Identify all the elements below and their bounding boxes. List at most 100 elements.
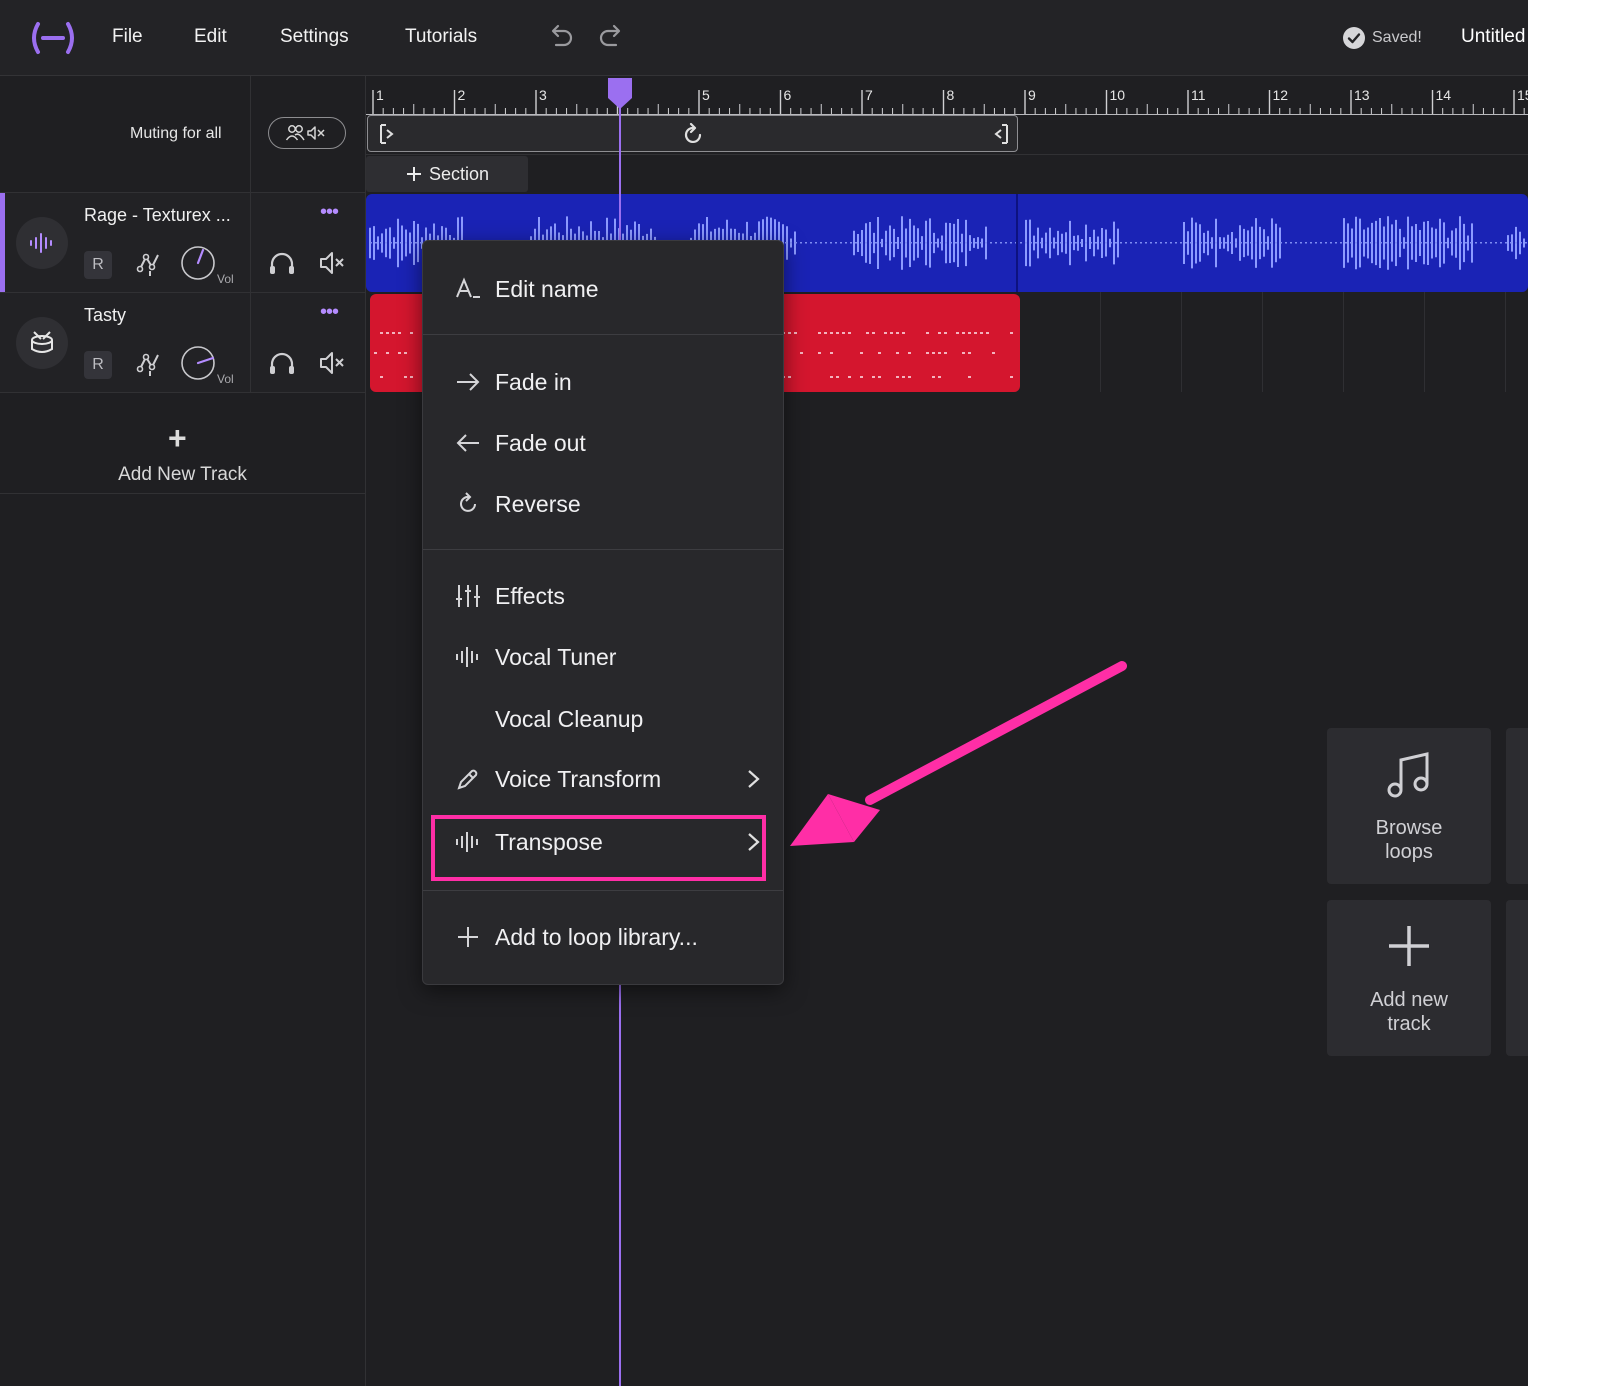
menu-item-voice-transform[interactable]: Voice Transform: [423, 754, 783, 804]
timeline-ruler[interactable]: 12356789101112131415: [366, 76, 1528, 115]
add-new-track-button[interactable]: + Add New Track: [0, 394, 365, 494]
mute-speaker-icon[interactable]: [318, 249, 346, 277]
midi-note: [800, 352, 803, 354]
waveform-dot: [1170, 242, 1172, 244]
waveform-dot: [820, 242, 822, 244]
waveform-dot: [1095, 242, 1097, 244]
waveform-dot: [885, 242, 887, 244]
waveform-dot: [1120, 242, 1122, 244]
track-name[interactable]: Rage - Texturex ...: [84, 205, 231, 226]
loop-bar[interactable]: [366, 114, 1528, 155]
waveform-dot: [1060, 242, 1062, 244]
loop-region[interactable]: [367, 115, 1018, 152]
volume-knob[interactable]: [180, 345, 216, 381]
waveform-dot: [1505, 242, 1507, 244]
menu-item-edit-name[interactable]: Edit name: [423, 264, 783, 314]
loop-toggle-icon[interactable]: [680, 122, 706, 148]
card-edge[interactable]: [1506, 900, 1528, 1056]
waveform-dot: [1275, 242, 1277, 244]
headphones-icon[interactable]: [268, 249, 296, 277]
waveform-dot: [1145, 242, 1147, 244]
headphones-icon[interactable]: [268, 349, 296, 377]
section-label: Section: [428, 163, 490, 184]
menu-item-label: Fade in: [495, 368, 572, 395]
volume-label: Vol: [217, 372, 234, 386]
playhead-handle[interactable]: [606, 76, 634, 110]
waveform-dot: [1445, 242, 1447, 244]
waveform-dot: [1310, 242, 1312, 244]
waveform-dot: [1470, 242, 1472, 244]
waveform-dot: [1050, 242, 1052, 244]
ruler-number: 9: [1028, 87, 1036, 103]
midi-note: [410, 332, 413, 334]
midi-note: [404, 376, 407, 378]
ruler-number: 3: [539, 87, 547, 103]
menu-edit[interactable]: Edit: [194, 26, 227, 48]
track-row-rage[interactable]: Rage - Texturex ... ••• R Vol: [0, 193, 365, 293]
waveform-dot: [1030, 242, 1032, 244]
more-options-icon[interactable]: •••: [320, 201, 339, 224]
grid-line: [1181, 292, 1182, 392]
midi-note: [986, 332, 989, 334]
add-new-track-card[interactable]: Add new track: [1327, 900, 1491, 1056]
track-avatar[interactable]: [16, 217, 68, 269]
waveform-dot: [855, 242, 857, 244]
undo-icon[interactable]: [546, 22, 574, 52]
menu-item-fade-out[interactable]: Fade out: [423, 418, 783, 468]
menu-item-fade-in[interactable]: Fade in: [423, 357, 783, 407]
menu-item-effects[interactable]: Effects: [423, 571, 783, 621]
menu-settings[interactable]: Settings: [280, 26, 349, 48]
automation-icon[interactable]: [136, 249, 164, 277]
waveform-dot: [815, 242, 817, 244]
menu-item-vocal-cleanup[interactable]: Vocal Cleanup: [423, 694, 783, 744]
redo-icon[interactable]: [598, 22, 626, 52]
check-circle-icon: [1343, 27, 1365, 49]
document-title[interactable]: Untitled: [1461, 26, 1525, 48]
browse-loops-card[interactable]: Browse loops: [1327, 728, 1491, 884]
waveform-dot: [805, 242, 807, 244]
midi-note: [938, 376, 941, 378]
waveform-dot: [400, 242, 402, 244]
loop-end-icon[interactable]: [990, 123, 1010, 145]
card-edge[interactable]: [1506, 728, 1528, 884]
menu-file[interactable]: File: [112, 26, 143, 48]
waveform-dot: [1285, 242, 1287, 244]
menu-item-vocal-tuner[interactable]: Vocal Tuner: [423, 632, 783, 682]
waveform-dot: [940, 242, 942, 244]
menu-item-reverse[interactable]: Reverse: [423, 479, 783, 529]
mute-for-all-toggle[interactable]: [268, 117, 346, 149]
volume-knob[interactable]: [180, 245, 216, 281]
menu-item-label: Add to loop library...: [495, 923, 698, 950]
waveform-dot: [1225, 242, 1227, 244]
menu-tutorials[interactable]: Tutorials: [405, 26, 477, 48]
waveform-dot: [1020, 242, 1022, 244]
track-name[interactable]: Tasty: [84, 305, 126, 326]
waveform-dot: [865, 242, 867, 244]
waveform-dot: [1035, 242, 1037, 244]
app-logo-icon[interactable]: [28, 20, 78, 56]
midi-note: [896, 352, 899, 354]
track-row-tasty[interactable]: Tasty ••• R Vol: [0, 293, 365, 393]
waveform-dot: [1435, 242, 1437, 244]
midi-note: [374, 352, 377, 354]
waveform-dot: [950, 242, 952, 244]
waveform-dot: [1515, 242, 1517, 244]
reverse-icon: [455, 491, 481, 517]
midi-note: [968, 332, 971, 334]
track-avatar[interactable]: [16, 317, 68, 369]
record-arm-button[interactable]: R: [84, 251, 112, 279]
loop-start-icon[interactable]: [378, 123, 398, 145]
mute-speaker-icon[interactable]: [318, 349, 346, 377]
menu-item-label: Effects: [495, 582, 565, 609]
midi-note: [890, 332, 893, 334]
plus-icon: [1389, 926, 1429, 966]
drum-icon: [31, 331, 53, 353]
automation-icon[interactable]: [136, 349, 164, 377]
add-section-button[interactable]: Section: [366, 156, 528, 192]
waveform-dot: [945, 242, 947, 244]
midi-note: [848, 332, 851, 334]
more-options-icon[interactable]: •••: [320, 301, 339, 324]
menu-item-add-to-loop-library[interactable]: Add to loop library...: [423, 912, 783, 962]
divider: [250, 193, 251, 292]
record-arm-button[interactable]: R: [84, 351, 112, 379]
